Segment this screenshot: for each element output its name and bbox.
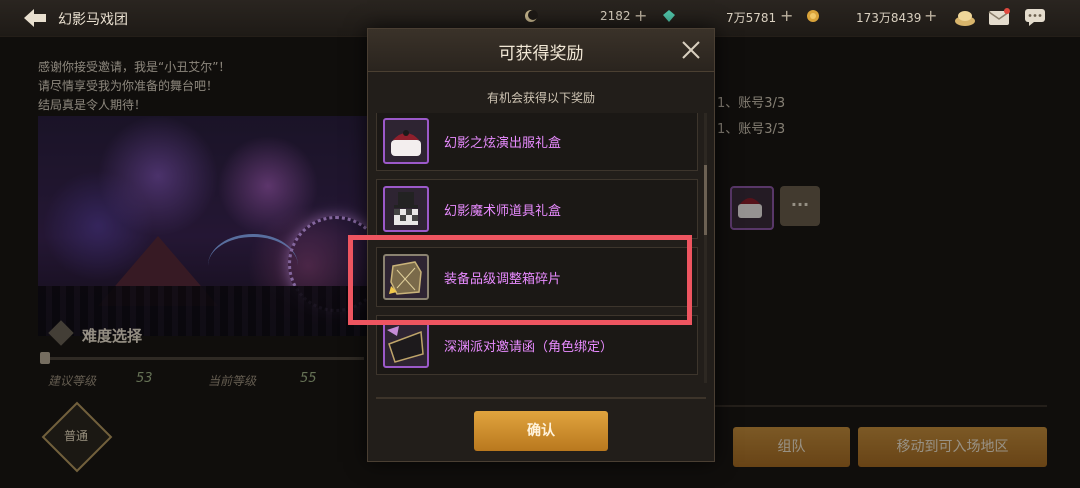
- dialog-subtitle: 有机会获得以下奖励: [486, 91, 595, 105]
- dialog-header: 可获得奖励: [368, 29, 714, 72]
- mail-icon[interactable]: [988, 7, 1010, 27]
- current-level-label: 当前等级: [208, 374, 257, 388]
- team-button[interactable]: 组队: [733, 427, 850, 467]
- moon-currency-icon: [525, 10, 538, 22]
- account-count: 1、账号3/3: [717, 96, 786, 111]
- reward-slot[interactable]: [730, 186, 774, 230]
- more-rewards-button[interactable]: ···: [780, 186, 820, 226]
- dialog-title: 可获得奖励: [498, 44, 584, 64]
- difficulty-slider-handle[interactable]: [40, 352, 50, 364]
- reward-name: 幻影魔术师道具礼盒: [444, 204, 562, 219]
- abyss-invitation-icon: [383, 322, 429, 368]
- green-gem-value: 7万5781: [726, 11, 777, 25]
- circus-scene-image: [38, 116, 374, 336]
- reward-list[interactable]: 幻影之炫演出服礼盒 幻影魔术师道具礼盒 装备品级调整箱碎片 深渊派对邀请函（角色…: [376, 113, 702, 383]
- confirm-button[interactable]: 确认: [474, 411, 608, 451]
- gold-coin-icon: [807, 10, 819, 22]
- gear-box-fragment-icon: [383, 254, 429, 300]
- chat-icon[interactable]: [1024, 7, 1046, 27]
- reward-item[interactable]: 幻影魔术师道具礼盒: [376, 179, 698, 239]
- add-moon-currency-button[interactable]: +: [634, 6, 647, 25]
- reward-name: 装备品级调整箱碎片: [444, 272, 562, 287]
- reward-list-scrollbar[interactable]: [704, 113, 707, 383]
- intro-text: 感谢你接受邀请，我是“小丑艾尔”！ 请尽情享受我为你准备的舞台吧！ 结局真是令人…: [38, 58, 230, 115]
- intro-line: 请尽情享受我为你准备的舞台吧！: [38, 79, 219, 93]
- reward-item[interactable]: 幻影之炫演出服礼盒: [376, 113, 698, 171]
- recommended-level-label: 建议等级: [48, 374, 97, 388]
- move-to-area-button[interactable]: 移动到可入场地区: [858, 427, 1047, 467]
- green-gem-icon: [663, 10, 675, 22]
- costume-box-icon: [738, 198, 762, 218]
- current-level-value: 55: [300, 371, 317, 386]
- moon-currency-value: 2182: [600, 9, 631, 23]
- gold-coin-value: 173万8439: [856, 11, 922, 25]
- intro-line: 感谢你接受邀请，我是“小丑艾尔”！: [38, 60, 231, 74]
- cake-icon[interactable]: [954, 7, 976, 27]
- reward-item[interactable]: 深渊派对邀请函（角色绑定）: [376, 315, 698, 375]
- rewards-dialog: 可获得奖励 有机会获得以下奖励 幻影之炫演出服礼盒 幻影魔术师道具礼盒 装备品级…: [367, 28, 715, 462]
- add-gem-button[interactable]: +: [780, 6, 793, 25]
- magician-hat-box-icon: [383, 186, 429, 232]
- reward-list-scroll-thumb[interactable]: [704, 165, 707, 235]
- account-count: 1、账号3/3: [717, 122, 786, 137]
- difficulty-normal-label: 普通: [63, 429, 88, 443]
- dialog-divider: [376, 397, 706, 399]
- close-icon[interactable]: [678, 37, 704, 63]
- difficulty-title: 难度选择: [82, 327, 143, 345]
- reward-item-highlighted[interactable]: 装备品级调整箱碎片: [376, 247, 698, 307]
- back-arrow-icon[interactable]: [22, 6, 48, 30]
- reward-name: 幻影之炫演出服礼盒: [444, 136, 562, 151]
- reward-name: 深渊派对邀请函（角色绑定）: [444, 340, 614, 355]
- add-gold-button[interactable]: +: [924, 6, 937, 25]
- recommended-level-value: 53: [136, 371, 153, 386]
- page-title: 幻影马戏团: [58, 12, 128, 28]
- difficulty-slider[interactable]: [44, 357, 364, 360]
- right-divider: [715, 405, 1047, 407]
- intro-line: 结局真是令人期待！: [38, 98, 147, 112]
- costume-box-icon: [383, 118, 429, 164]
